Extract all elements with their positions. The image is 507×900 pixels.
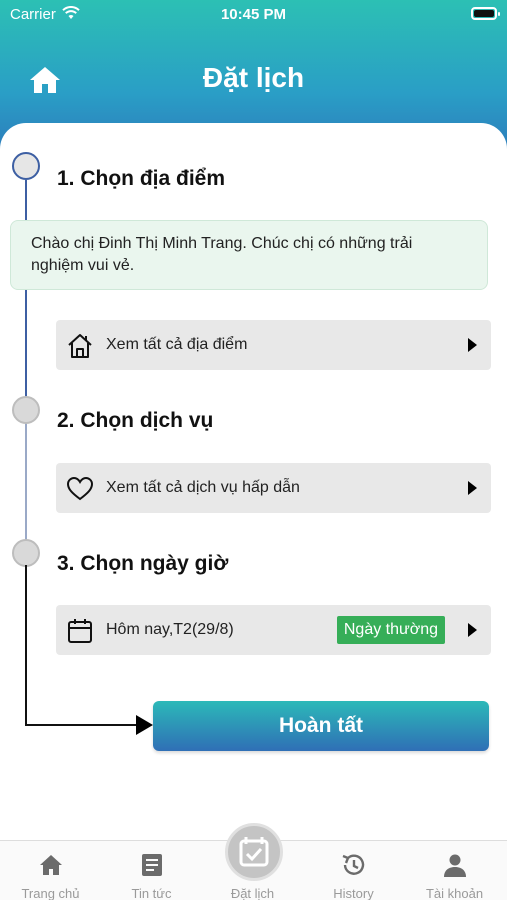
tab-history[interactable]: History xyxy=(303,841,404,900)
tab-history-label: History xyxy=(333,886,374,900)
step-3-title: 3. Chọn ngày giờ xyxy=(57,552,229,575)
news-icon xyxy=(141,854,162,876)
service-select-row[interactable]: Xem tất cả dịch vụ hấp dẫn xyxy=(56,463,491,513)
chevron-right-icon xyxy=(468,623,477,637)
tab-account-label: Tài khoản xyxy=(425,886,484,900)
tab-home[interactable]: Trang chủ xyxy=(0,841,101,900)
finish-button[interactable]: Hoàn tất xyxy=(153,701,489,751)
connector-line xyxy=(25,565,27,726)
calendar-icon xyxy=(68,619,92,643)
step-1-indicator xyxy=(12,152,40,180)
day-type-badge: Ngày thường xyxy=(336,616,445,644)
location-select-row[interactable]: Xem tất cả địa điểm xyxy=(56,320,491,370)
step-1-title: 1. Chọn địa điểm xyxy=(57,167,226,190)
history-icon xyxy=(342,854,364,875)
tab-account[interactable]: Tài khoản xyxy=(404,841,505,900)
connector-line xyxy=(25,724,139,726)
service-row-label: Xem tất cả dịch vụ hấp dẫn xyxy=(106,479,300,496)
arrow-right-icon xyxy=(136,715,153,735)
tab-news[interactable]: Tin tức xyxy=(101,841,202,900)
tab-home-label: Trang chủ xyxy=(21,886,80,900)
greeting-message: Chào chị Đinh Thị Minh Trang. Chúc chị c… xyxy=(10,220,488,290)
date-select-row[interactable]: Hôm nay,T2(29/8) Ngày thường xyxy=(56,605,491,655)
house-outline-icon xyxy=(68,334,92,358)
timeline-line xyxy=(25,422,27,544)
tab-news-label: Tin tức xyxy=(131,886,172,900)
step-2-title: 2. Chọn dịch vụ xyxy=(57,409,214,432)
page-title: Đặt lịch xyxy=(202,62,305,93)
heart-outline-icon xyxy=(66,476,94,501)
tab-booking-label: Đặt lịch xyxy=(230,886,275,900)
booking-fab-button[interactable] xyxy=(225,823,283,881)
calendar-check-icon xyxy=(239,837,269,867)
home-icon xyxy=(39,855,62,875)
date-row-label: Hôm nay,T2(29/8) xyxy=(106,621,234,638)
chevron-right-icon xyxy=(468,481,477,495)
status-bar: Carrier 10:45 PM xyxy=(0,0,507,30)
location-row-label: Xem tất cả địa điểm xyxy=(106,336,248,353)
person-icon xyxy=(443,854,466,877)
step-3-indicator xyxy=(12,539,40,567)
battery-icon xyxy=(471,7,500,20)
status-time: 10:45 PM xyxy=(220,6,287,23)
chevron-right-icon xyxy=(468,338,477,352)
step-2-indicator xyxy=(12,396,40,424)
